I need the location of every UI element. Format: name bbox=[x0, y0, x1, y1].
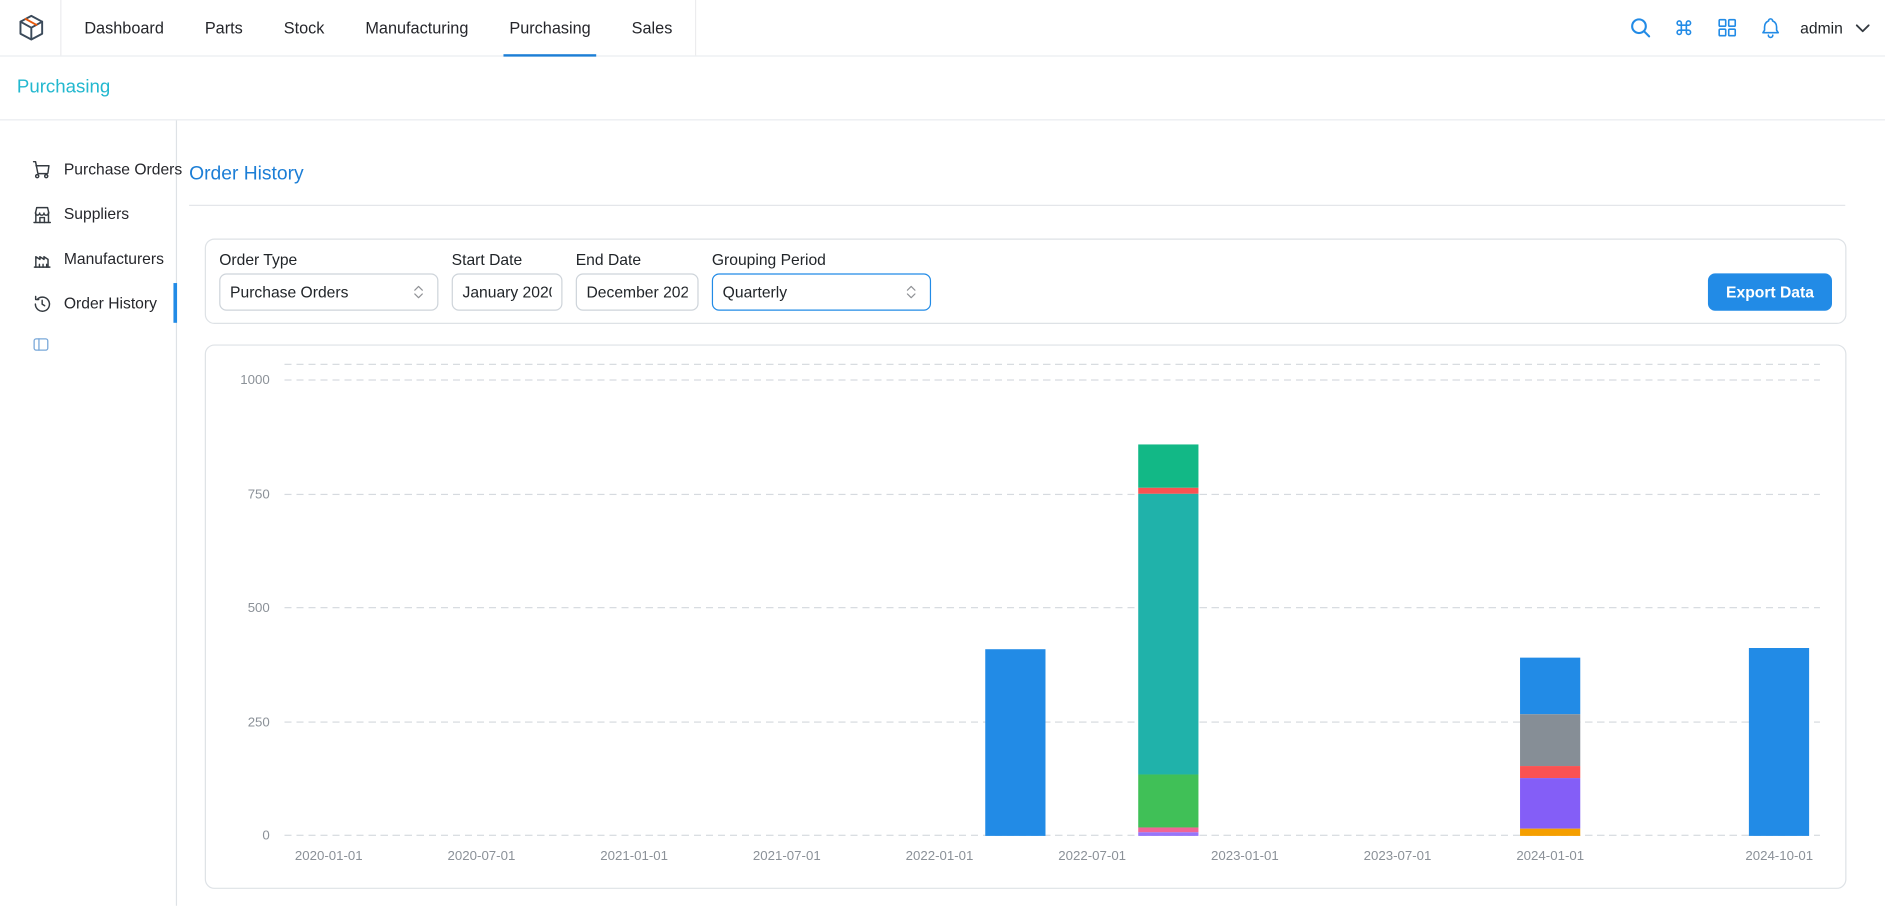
app-logo-icon[interactable] bbox=[10, 0, 53, 55]
sidebar-item-manufacturers[interactable]: Manufacturers bbox=[0, 236, 176, 281]
filter-card: Order Type Purchase Orders Start Date En… bbox=[205, 238, 1847, 324]
notifications-bell-icon[interactable] bbox=[1752, 10, 1788, 46]
app-body: Purchase Orders Suppliers Manufacturers … bbox=[0, 120, 1885, 905]
end-date-label: End Date bbox=[576, 251, 699, 269]
x-axis-label: 2023-07-01 bbox=[1364, 849, 1432, 863]
chart-plot: 025050075010002020-01-012020-07-012021-0… bbox=[284, 364, 1820, 836]
bar-segment[interactable] bbox=[1520, 766, 1580, 778]
plot-top-border bbox=[284, 364, 1820, 365]
chart-bar[interactable] bbox=[986, 649, 1046, 836]
shopping-cart-icon bbox=[31, 158, 53, 180]
tab-parts[interactable]: Parts bbox=[184, 0, 263, 55]
x-axis-label: 2020-01-01 bbox=[295, 849, 363, 863]
order-type-value: Purchase Orders bbox=[230, 283, 348, 301]
chart-card: 0 250 500 750 1000 2020-01-01 2020-07-01 2021-0… bbox=[205, 344, 1847, 888]
bar-segment[interactable] bbox=[986, 649, 1046, 836]
start-date-field: Start Date bbox=[452, 251, 563, 311]
bar-segment[interactable] bbox=[1138, 444, 1198, 487]
x-axis-label: 2022-01-01 bbox=[906, 849, 974, 863]
x-axis-label: 2020-07-01 bbox=[448, 849, 516, 863]
x-axis-label: 2023-01-01 bbox=[1211, 849, 1279, 863]
grouping-period-field: Grouping Period Quarterly bbox=[712, 251, 931, 311]
sidebar-collapse-icon[interactable] bbox=[31, 335, 53, 357]
x-axis-label: 2021-01-01 bbox=[600, 849, 668, 863]
select-chevrons-icon bbox=[410, 283, 428, 301]
y-axis-label: 0 bbox=[214, 829, 269, 843]
tab-manufacturing[interactable]: Manufacturing bbox=[345, 0, 489, 55]
chevron-down-icon bbox=[1852, 17, 1872, 37]
grouping-period-label: Grouping Period bbox=[712, 251, 931, 269]
tab-stock[interactable]: Stock bbox=[263, 0, 345, 55]
history-clock-icon bbox=[31, 292, 53, 314]
x-axis-label: 2021-07-01 bbox=[753, 849, 821, 863]
user-menu[interactable]: admin bbox=[1800, 17, 1873, 37]
sidebar-item-label: Manufacturers bbox=[64, 249, 164, 267]
sidebar-item-order-history[interactable]: Order History bbox=[0, 281, 176, 326]
command-palette-icon[interactable] bbox=[1665, 10, 1701, 46]
chart-bar[interactable] bbox=[1749, 648, 1809, 836]
y-axis-label: 750 bbox=[214, 487, 269, 501]
sidebar-item-label: Order History bbox=[64, 294, 157, 312]
order-type-select[interactable]: Purchase Orders bbox=[219, 273, 438, 310]
end-date-input[interactable] bbox=[576, 273, 699, 310]
y-axis-label: 1000 bbox=[214, 373, 269, 387]
username-label: admin bbox=[1800, 19, 1843, 37]
order-history-panel: Order History Order Type Purchase Orders… bbox=[177, 120, 1885, 905]
navbar-actions: admin bbox=[1622, 0, 1875, 55]
sidebar: Purchase Orders Suppliers Manufacturers … bbox=[0, 120, 177, 905]
x-axis-label: 2024-10-01 bbox=[1745, 849, 1813, 863]
grouping-period-value: Quarterly bbox=[723, 283, 787, 301]
bar-segment[interactable] bbox=[1520, 658, 1580, 714]
gridline bbox=[284, 721, 1820, 722]
app-viewport: Dashboard Parts Stock Manufacturing Purc… bbox=[0, 0, 1885, 907]
sidebar-item-purchase-orders[interactable]: Purchase Orders bbox=[0, 147, 176, 192]
bar-segment[interactable] bbox=[1520, 829, 1580, 836]
start-date-label: Start Date bbox=[452, 251, 563, 269]
select-chevrons-icon bbox=[902, 283, 920, 301]
tab-sales[interactable]: Sales bbox=[611, 0, 693, 55]
main-tabs: Dashboard Parts Stock Manufacturing Purc… bbox=[60, 0, 696, 55]
page-header: Purchasing bbox=[0, 57, 1885, 121]
search-icon[interactable] bbox=[1622, 10, 1658, 46]
order-type-label: Order Type bbox=[219, 251, 438, 269]
bar-segment[interactable] bbox=[1520, 778, 1580, 829]
gridline bbox=[284, 379, 1820, 380]
export-data-button[interactable]: Export Data bbox=[1708, 273, 1832, 310]
y-axis-label: 500 bbox=[214, 601, 269, 615]
navbar: Dashboard Parts Stock Manufacturing Purc… bbox=[0, 0, 1885, 57]
sidebar-item-label: Purchase Orders bbox=[64, 160, 182, 178]
section-title: Order History bbox=[189, 164, 1885, 193]
grouping-period-select[interactable]: Quarterly bbox=[712, 273, 931, 310]
bar-segment[interactable] bbox=[1138, 774, 1198, 828]
building-store-icon bbox=[31, 203, 53, 225]
sidebar-item-suppliers[interactable]: Suppliers bbox=[0, 192, 176, 237]
building-factory-icon bbox=[31, 248, 53, 270]
tab-purchasing[interactable]: Purchasing bbox=[489, 0, 611, 55]
bar-segment[interactable] bbox=[1138, 494, 1198, 774]
bar-segment[interactable] bbox=[1749, 648, 1809, 836]
barcode-scan-icon[interactable] bbox=[1709, 10, 1745, 46]
order-type-field: Order Type Purchase Orders bbox=[219, 251, 438, 311]
y-axis-label: 250 bbox=[214, 715, 269, 729]
x-axis-label: 2024-01-01 bbox=[1516, 849, 1584, 863]
x-axis-label: 2022-07-01 bbox=[1058, 849, 1126, 863]
bar-segment[interactable] bbox=[1138, 832, 1198, 836]
chart-bar[interactable] bbox=[1138, 444, 1198, 835]
page-title: Purchasing bbox=[17, 77, 110, 99]
chart-bar[interactable] bbox=[1520, 658, 1580, 836]
gridline bbox=[284, 607, 1820, 608]
sidebar-item-label: Suppliers bbox=[64, 205, 129, 223]
start-date-input[interactable] bbox=[452, 273, 563, 310]
bar-segment[interactable] bbox=[1520, 714, 1580, 765]
gridline bbox=[284, 493, 1820, 494]
section-divider bbox=[189, 205, 1845, 206]
tab-dashboard[interactable]: Dashboard bbox=[64, 0, 185, 55]
gridline bbox=[284, 835, 1820, 836]
end-date-field: End Date bbox=[576, 251, 699, 311]
